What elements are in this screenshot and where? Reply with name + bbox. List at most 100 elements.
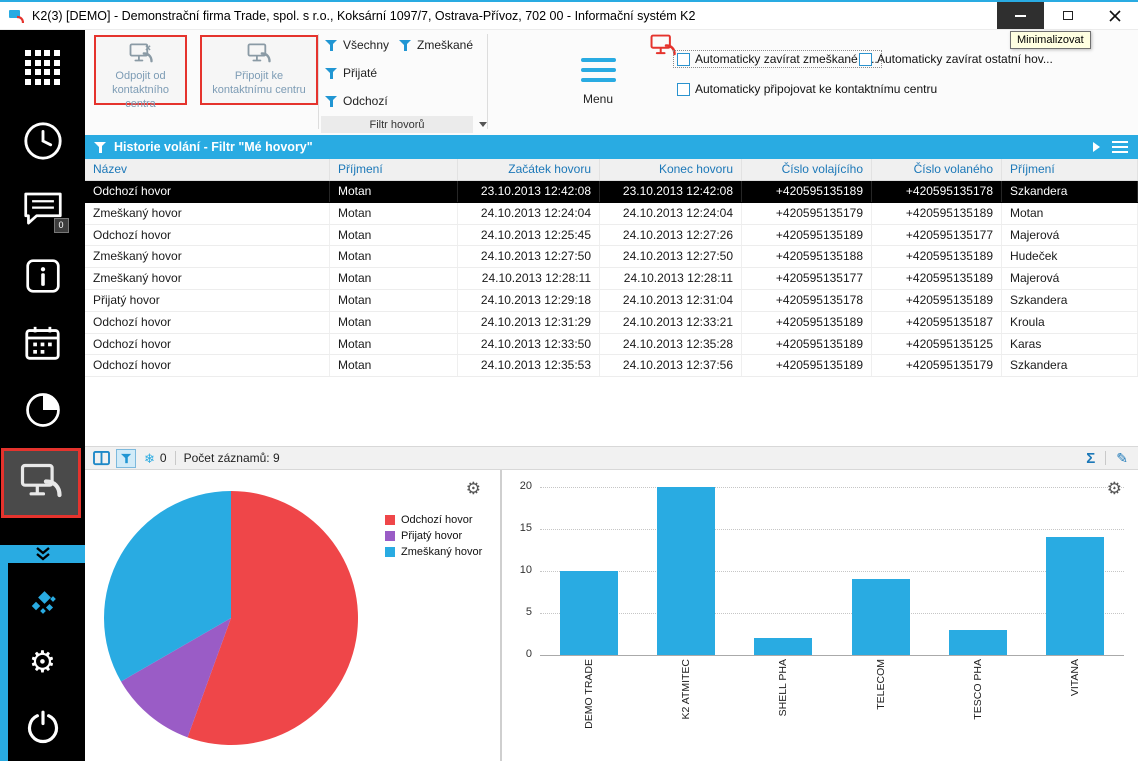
table-cell: +420595135179 (872, 355, 1002, 376)
funnel-icon (325, 95, 338, 108)
menu-button[interactable]: Menu (555, 32, 641, 132)
disconnect-contact-center-button[interactable]: Odpojit od kontaktního centra (94, 35, 187, 105)
filter-group-label[interactable]: Filtr hovorů (321, 116, 473, 133)
table-cell: Zmeškaný hovor (85, 268, 330, 289)
checkbox-box[interactable] (677, 83, 690, 96)
pie-settings-gear-icon[interactable]: ⚙ (466, 480, 481, 497)
power-icon (25, 710, 61, 746)
table-row[interactable]: Odchozí hovorMotan24.10.2013 12:33:5024.… (85, 334, 1138, 356)
bar-chart-panel: ⚙ 05101520 DEMO TRADEK2 ATMITECSHELL PHA… (504, 470, 1138, 761)
bar-2 (754, 638, 812, 655)
close-button[interactable] (1091, 2, 1138, 29)
titlebar: K2(3) [DEMO] - Demonstrační firma Trade,… (0, 2, 1138, 30)
filter-dropdown-arrow-icon[interactable] (479, 122, 487, 127)
column-header[interactable]: Začátek hovoru (458, 159, 600, 180)
table-cell: Majerová (1002, 225, 1138, 246)
bar-yaxis: 05101520 (504, 470, 534, 761)
auto-checkbox-1[interactable]: Automaticky zavírat ostatní hov... (855, 50, 1057, 68)
table-row[interactable]: Zmeškaný hovorMotan24.10.2013 12:28:1124… (85, 268, 1138, 290)
menu-icon (581, 58, 616, 82)
sidebar-item-history[interactable] (0, 120, 85, 162)
table-cell: +420595135189 (742, 181, 872, 202)
filter-item-3[interactable]: Odchozí (325, 94, 388, 108)
table-cell: +420595135189 (872, 290, 1002, 311)
minimize-button[interactable] (997, 2, 1044, 29)
sidebar-item-analytics[interactable] (0, 390, 85, 430)
filter-toggle-button[interactable] (116, 449, 136, 468)
bar-plot (540, 487, 1124, 656)
filter-label: Přijaté (343, 66, 377, 80)
legend-label: Přijatý hovor (401, 530, 462, 542)
bar-label-cell: TESCO PHA (929, 659, 1026, 759)
table-cell: 24.10.2013 12:24:04 (600, 203, 742, 224)
grid-menu-icon[interactable] (1112, 141, 1128, 153)
expand-icon[interactable] (1093, 142, 1100, 152)
table-cell: 24.10.2013 12:29:18 (458, 290, 600, 311)
checkbox-box[interactable] (859, 53, 872, 66)
sidebar-item-info[interactable] (0, 258, 85, 294)
columns-icon[interactable] (93, 451, 110, 466)
charts-area: ⚙ Odchozí hovorPřijatý hovorZmeškaný hov… (85, 470, 1138, 761)
table-row[interactable]: Odchozí hovorMotan24.10.2013 12:35:5324.… (85, 355, 1138, 377)
close-icon (1109, 10, 1121, 22)
y-tick-label: 5 (506, 606, 532, 618)
sidebar-item-messages[interactable]: 0 (0, 190, 85, 230)
chart-splitter[interactable] (500, 470, 502, 761)
filter-item-0[interactable]: Všechny (325, 38, 389, 52)
double-down-icon (35, 547, 51, 561)
menu-label: Menu (583, 92, 613, 106)
table-row[interactable]: Přijatý hovorMotan24.10.2013 12:29:1824.… (85, 290, 1138, 312)
sidebar-item-power[interactable] (0, 710, 85, 746)
table-row[interactable]: Odchozí hovorMotan24.10.2013 12:25:4524.… (85, 225, 1138, 247)
record-count: Počet záznamů: 9 (184, 451, 280, 465)
column-header[interactable]: Číslo volajícího (742, 159, 872, 180)
checkbox-box[interactable] (677, 53, 690, 66)
sidebar-item-phone-active[interactable] (1, 448, 81, 518)
sidebar-item-modules[interactable] (0, 50, 85, 85)
sum-icon[interactable]: Σ (1086, 451, 1095, 466)
filter-label: Zmeškané (417, 38, 473, 52)
statusbar: ❄ 0 Počet záznamů: 9 Σ ✎ (85, 446, 1138, 470)
sidebar-item-settings[interactable]: ⚙ (0, 648, 85, 678)
column-header[interactable]: Konec hovoru (600, 159, 742, 180)
table-row[interactable]: Odchozí hovorMotan24.10.2013 12:31:2924.… (85, 312, 1138, 334)
auto-checkbox-0[interactable]: Automaticky zavírat zmeškané h... (673, 50, 882, 68)
sidebar-item-calendar[interactable] (0, 325, 85, 362)
table-cell: 24.10.2013 12:31:29 (458, 312, 600, 333)
maximize-button[interactable] (1044, 2, 1091, 29)
checkbox-label: Automaticky zavírat zmeškané h... (695, 52, 878, 66)
sidebar: 0 ⚙ (0, 30, 85, 761)
snowflake-icon[interactable]: ❄ (144, 452, 155, 465)
legend-swatch (385, 515, 395, 525)
table-row[interactable]: Odchozí hovorMotan23.10.2013 12:42:0823.… (85, 181, 1138, 203)
column-header[interactable]: Příjmení (1002, 159, 1138, 180)
connect-button-label: Připojit ke kontaktnímu centru (202, 70, 316, 98)
bar-1 (657, 487, 715, 655)
chat-badge: 0 (54, 218, 69, 233)
funnel-icon (399, 39, 412, 52)
column-header[interactable]: Příjmení (330, 159, 458, 180)
table-row[interactable]: Zmeškaný hovorMotan24.10.2013 12:27:5024… (85, 246, 1138, 268)
gridline (540, 529, 1124, 530)
filter-label: Odchozí (343, 94, 388, 108)
sidebar-item-k2-sparkle[interactable] (0, 585, 85, 617)
frozen-count: 0 (160, 451, 167, 465)
table-cell: 24.10.2013 12:31:04 (600, 290, 742, 311)
table-cell: Odchozí hovor (85, 181, 330, 202)
column-header[interactable]: Číslo volaného (872, 159, 1002, 180)
collapse-band[interactable] (0, 545, 85, 563)
legend-swatch (385, 531, 395, 541)
calendar-icon (24, 325, 61, 362)
edit-icon[interactable]: ✎ (1116, 451, 1128, 465)
statusbar-separator (1105, 451, 1106, 465)
connect-contact-center-button[interactable]: Připojit ke kontaktnímu centru (200, 35, 318, 105)
table-cell: +420595135178 (872, 181, 1002, 202)
table-row[interactable]: Zmeškaný hovorMotan24.10.2013 12:24:0424… (85, 203, 1138, 225)
sparkle-icon (27, 585, 59, 617)
filter-item-1[interactable]: Zmeškané (399, 38, 473, 52)
filter-item-2[interactable]: Přijaté (325, 66, 377, 80)
auto-checkbox-2[interactable]: Automaticky připojovat ke kontaktnímu ce… (673, 80, 941, 98)
column-header[interactable]: Název (85, 159, 330, 180)
table-cell: Přijatý hovor (85, 290, 330, 311)
table-cell: Zmeškaný hovor (85, 246, 330, 267)
